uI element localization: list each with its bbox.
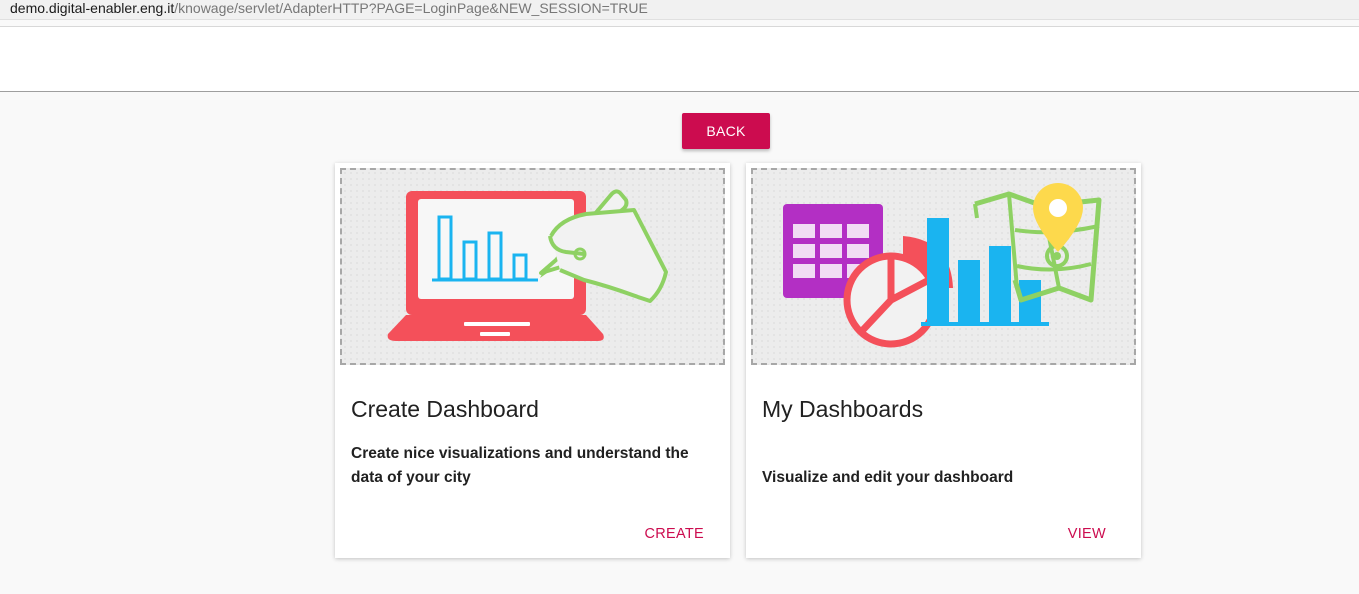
my-dashboards-illustration (751, 168, 1136, 365)
card-description: Create nice visualizations and understan… (351, 445, 689, 486)
create-button[interactable]: CREATE (644, 526, 704, 542)
create-dashboard-illustration (340, 168, 725, 365)
table-pie-bar-map-icon (783, 183, 1102, 348)
url-host: demo.digital-enabler.eng.it (10, 0, 175, 16)
url-text[interactable]: demo.digital-enabler.eng.it/knowage/serv… (10, 0, 648, 16)
card-title: Create Dashboard (351, 396, 539, 422)
laptop-chart-hand-icon (387, 189, 668, 341)
my-dashboards-card: My Dashboards Visualize and edit your da… (746, 163, 1141, 558)
browser-address-bar[interactable]: demo.digital-enabler.eng.it/knowage/serv… (0, 0, 1359, 20)
create-dashboard-card: Create Dashboard Create nice visualizati… (335, 163, 730, 558)
url-path: /knowage/servlet/AdapterHTTP?PAGE=LoginP… (174, 0, 648, 16)
back-button[interactable]: BACK (682, 113, 770, 149)
app-header (0, 26, 1359, 92)
card-description: Visualize and edit your dashboard (762, 469, 1014, 486)
view-button[interactable]: VIEW (1068, 526, 1106, 542)
card-title: My Dashboards (762, 396, 924, 422)
